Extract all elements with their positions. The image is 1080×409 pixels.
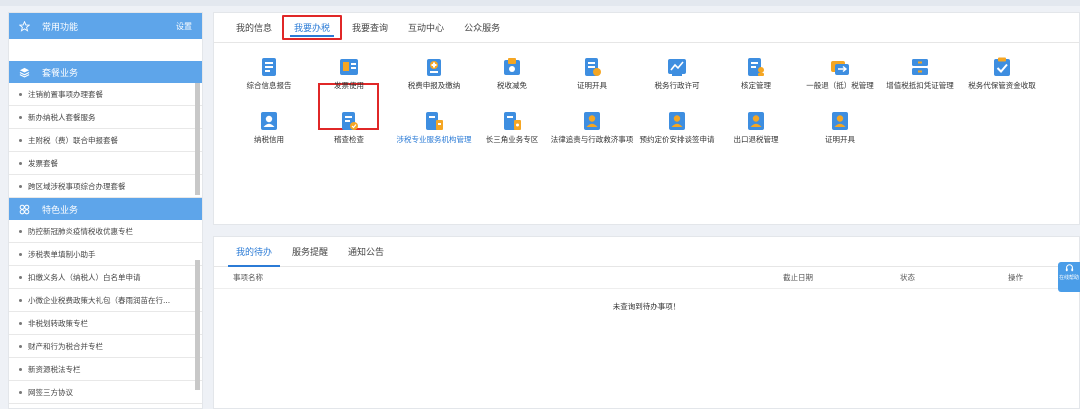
- main-tabs: 我的信息 我要办税 我要查询 互动中心 公众服务: [214, 13, 1079, 43]
- settings-link[interactable]: 设置: [176, 21, 192, 32]
- list-item[interactable]: 财产和行为税合并专栏: [9, 335, 202, 358]
- agency-icon: [426, 112, 443, 130]
- special-list: 防控新冠肺炎疫情税收优惠专栏 涉税表单填制小助手 扣缴义务人（纳税人）白名单申请…: [9, 220, 202, 404]
- list-item[interactable]: 跨区域涉税事项综合办理套餐: [9, 175, 202, 198]
- online-help-label: 在线帮助: [1058, 275, 1079, 281]
- main-panel: 我的信息 我要办税 我要查询 互动中心 公众服务 综合信息报告 发票使用 税费申…: [213, 12, 1080, 225]
- top-strip: [0, 0, 1080, 6]
- service-certificate-2[interactable]: 证明开具: [795, 110, 885, 145]
- service-refund[interactable]: 一般退（抵）税管理: [795, 56, 885, 91]
- tab-public-service[interactable]: 公众服务: [454, 13, 510, 42]
- service-vat-deduction[interactable]: 增值税抵扣凭证管理: [875, 56, 965, 91]
- service-export-refund[interactable]: 出口退税管理: [711, 110, 801, 145]
- list-item[interactable]: 小微企业税费政策大礼包（春雨润苗在行...: [9, 289, 202, 312]
- service-certificate[interactable]: 证明开具: [547, 56, 637, 91]
- service-professional-agency[interactable]: 涉税专业服务机构管理: [389, 110, 479, 145]
- service-comprehensive-report[interactable]: 综合信息报告: [224, 56, 314, 91]
- online-help-button[interactable]: 在线帮助: [1058, 262, 1080, 292]
- inspection-icon: [342, 112, 358, 130]
- service-yangtze-delta[interactable]: 长三角业务专区: [467, 110, 557, 145]
- reduction-icon: [504, 58, 520, 75]
- service-invoice-use[interactable]: 发票使用: [304, 56, 394, 91]
- export-person-icon: [748, 112, 764, 130]
- sidebar-header: 常用功能 设置: [9, 13, 202, 39]
- section-title: 套餐业务: [42, 68, 79, 79]
- layers-icon: [19, 67, 30, 78]
- service-tax-declaration[interactable]: 税费申报及缴纳: [389, 56, 479, 91]
- service-inspection[interactable]: 稽查检查: [304, 110, 394, 145]
- tab-interaction[interactable]: 互动中心: [398, 13, 454, 42]
- col-status: 状态: [900, 273, 915, 282]
- sidebar-gap: [9, 39, 202, 61]
- col-action: 操作: [1008, 273, 1023, 282]
- assessment-icon: [748, 58, 764, 76]
- tab-notice[interactable]: 通知公告: [338, 237, 394, 266]
- list-item[interactable]: 涉税表单填制小助手: [9, 243, 202, 266]
- legal-person-icon: [584, 112, 600, 130]
- sidebar-title: 常用功能: [42, 22, 79, 33]
- list-item[interactable]: 发票套餐: [9, 152, 202, 175]
- pricing-person-icon: [669, 112, 685, 130]
- list-item[interactable]: 注销前置事项办理套餐: [9, 83, 202, 106]
- service-pricing-arrangement[interactable]: 预约定价安排谈签申请: [632, 110, 722, 145]
- todo-panel: 我的待办 服务提醒 通知公告 事项名称 截止日期 状态 操作 未查询到待办事项！: [213, 236, 1080, 409]
- scrollbar[interactable]: [195, 83, 200, 195]
- chart-board-icon: [668, 59, 686, 76]
- certificate-icon: [585, 58, 601, 76]
- service-fund-custody[interactable]: 税务代保管资金收取: [957, 56, 1047, 91]
- package-list: 注销前置事项办理套餐 新办纳税人套餐服务 主附税（费）联合申报套餐 发票套餐 跨…: [9, 83, 202, 198]
- tab-query[interactable]: 我要查询: [342, 13, 398, 42]
- cabinet-icon: [912, 59, 928, 75]
- service-tax-reduction[interactable]: 税收减免: [467, 56, 557, 91]
- check-clipboard-icon: [994, 57, 1010, 76]
- certificate-person-icon: [832, 112, 848, 130]
- service-admin-license[interactable]: 税务行政许可: [632, 56, 722, 91]
- empty-message: 未查询到待办事项！: [612, 302, 681, 311]
- service-grid: 综合信息报告 发票使用 税费申报及缴纳 税收减免 证明开具 税务行政许可 核定管…: [214, 43, 1079, 223]
- list-item[interactable]: 新办纳税人套餐服务: [9, 106, 202, 129]
- tab-my-todo[interactable]: 我的待办: [226, 237, 282, 267]
- table-header: 事项名称 截止日期 状态 操作: [214, 267, 1079, 289]
- scrollbar[interactable]: [195, 260, 200, 390]
- region-icon: [504, 112, 521, 130]
- section-package-business[interactable]: 套餐业务: [9, 61, 202, 83]
- declare-icon: [427, 59, 441, 76]
- todo-tabs: 我的待办 服务提醒 通知公告: [214, 237, 1079, 267]
- tab-service-reminder[interactable]: 服务提醒: [282, 237, 338, 266]
- section-special-business[interactable]: 特色业务: [9, 198, 202, 220]
- tab-tax-handling[interactable]: 我要办税: [282, 15, 343, 40]
- col-deadline: 截止日期: [783, 273, 813, 282]
- user-credit-icon: [261, 112, 277, 130]
- service-assessment[interactable]: 核定管理: [711, 56, 801, 91]
- service-tax-credit[interactable]: 纳税信用: [224, 110, 314, 145]
- list-item[interactable]: 网签三方协议: [9, 381, 202, 404]
- invoice-icon: [340, 59, 358, 75]
- star-icon: [19, 20, 30, 32]
- list-item[interactable]: 防控新冠肺炎疫情税收优惠专栏: [9, 220, 202, 243]
- tab-my-info[interactable]: 我的信息: [226, 13, 282, 42]
- list-item[interactable]: 非税划转政策专栏: [9, 312, 202, 335]
- grid-flower-icon: [19, 204, 30, 214]
- headset-icon: [1065, 264, 1073, 272]
- list-item[interactable]: 新资源税法专栏: [9, 358, 202, 381]
- report-icon: [262, 58, 276, 76]
- service-legal-remedy[interactable]: 法律追责与行政救济事项: [547, 110, 637, 145]
- refund-icon: [831, 61, 849, 75]
- sidebar: 常用功能 设置 套餐业务 注销前置事项办理套餐 新办纳税人套餐服务 主附税（费）…: [8, 12, 203, 409]
- col-item-name: 事项名称: [233, 273, 263, 282]
- list-item[interactable]: 主附税（费）联合申报套餐: [9, 129, 202, 152]
- list-item[interactable]: 扣缴义务人（纳税人）白名单申请: [9, 266, 202, 289]
- section-title: 特色业务: [42, 205, 79, 216]
